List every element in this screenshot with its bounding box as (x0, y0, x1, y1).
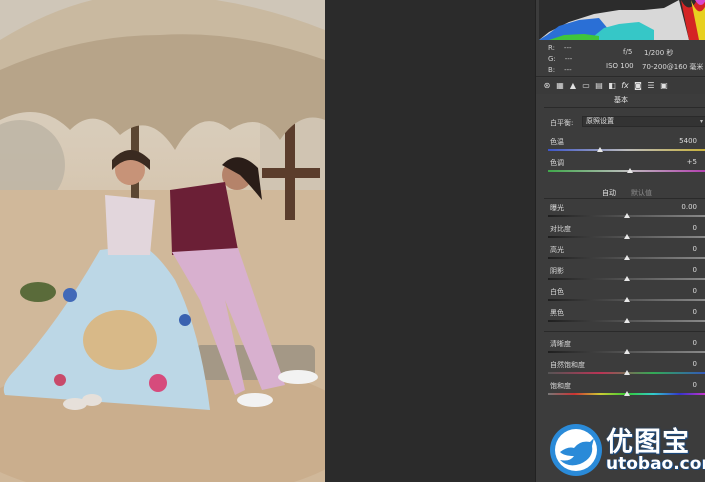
slider-label: 自然饱和度 (550, 361, 585, 369)
slider-value[interactable]: 0 (693, 360, 697, 368)
slider-label: 高光 (550, 246, 564, 254)
slider-thumb[interactable] (624, 318, 630, 323)
white-balance-label: 白平衡: (550, 119, 574, 127)
strips-icon[interactable]: ▤ (594, 81, 604, 91)
slider-thumb[interactable] (624, 391, 630, 396)
chevron-down-icon: ▾ (699, 118, 703, 125)
camera-icon[interactable]: ◙ (633, 81, 643, 91)
fx-icon[interactable]: fx (620, 81, 630, 91)
aperture-icon[interactable]: ⊛ (542, 81, 552, 91)
g-readout: G: --- (548, 55, 573, 63)
white-balance-value: 原照设置 (586, 117, 614, 125)
slider-value[interactable]: 0 (693, 287, 697, 295)
histogram (539, 0, 705, 40)
slider-thumb[interactable] (624, 213, 630, 218)
slider-value[interactable]: 0 (693, 339, 697, 347)
divider (544, 107, 705, 108)
slider-thumb[interactable] (624, 297, 630, 302)
grid-icon[interactable]: ▦ (555, 81, 565, 91)
default-button[interactable]: 默认值 (631, 188, 652, 198)
watermark: 优图宝 utobao.com (548, 418, 705, 482)
slider-thumb[interactable] (624, 370, 630, 375)
slider-value[interactable]: 5400 (679, 137, 697, 145)
slider-value[interactable]: 0 (693, 245, 697, 253)
section-title: 基本 (614, 96, 628, 104)
slider-value[interactable]: 0 (693, 224, 697, 232)
presets-icon[interactable]: ▣ (659, 81, 669, 91)
slider-track[interactable] (548, 149, 705, 151)
slider-value[interactable]: +5 (687, 158, 697, 166)
watermark-en: utobao.com (606, 454, 705, 474)
auto-button[interactable]: 自动 (602, 188, 616, 198)
bird-logo-icon (550, 424, 602, 476)
slider-label: 色温 (550, 138, 564, 146)
r-readout: R: --- (548, 44, 572, 52)
slider-thumb[interactable] (624, 349, 630, 354)
camera-raw-panel: R: --- G: --- B: --- f/5 1/200 秒 ISO 100… (535, 0, 705, 482)
slider-label: 清晰度 (550, 340, 571, 348)
slider-value[interactable]: 0 (693, 381, 697, 389)
slider-label: 对比度 (550, 225, 571, 233)
slider-label: 阴影 (550, 267, 564, 275)
split-toning-icon[interactable]: ◧ (607, 81, 617, 91)
slider-label: 黑色 (550, 309, 564, 317)
sliders-icon[interactable]: ☰ (646, 81, 656, 91)
mountain-icon[interactable]: ▲ (568, 81, 578, 91)
divider (544, 331, 705, 332)
aperture-value: f/5 (623, 48, 633, 56)
slider-value[interactable]: 0 (693, 266, 697, 274)
slider-value[interactable]: 0.00 (681, 203, 697, 211)
slider-thumb[interactable] (624, 276, 630, 281)
slider-label: 曝光 (550, 204, 564, 212)
slider-thumb[interactable] (597, 147, 604, 152)
panel-tabs-toolbar: ⊛ ▦ ▲ ▭ ▤ ◧ fx ◙ ☰ ▣ (536, 78, 705, 94)
photo-image (0, 0, 325, 482)
iso-value: ISO 100 (606, 62, 634, 70)
white-balance-select[interactable]: 原照设置 ▾ (582, 116, 705, 127)
slider-thumb[interactable] (624, 255, 630, 260)
slider-thumb[interactable] (627, 168, 634, 173)
auto-row: 自动 默认值 (536, 188, 705, 198)
split-icon[interactable]: ▭ (581, 81, 591, 91)
slider-label: 饱和度 (550, 382, 571, 390)
divider (544, 198, 705, 199)
pixel-readout: R: --- G: --- B: --- f/5 1/200 秒 ISO 100… (536, 40, 705, 77)
slider-label: 色调 (550, 159, 564, 167)
canvas-pasteboard (325, 0, 535, 482)
lens-value: 70-200@160 毫米 (642, 63, 704, 71)
b-readout: B: --- (548, 66, 572, 74)
slider-thumb[interactable] (624, 234, 630, 239)
slider-value[interactable]: 0 (693, 308, 697, 316)
photo-canvas[interactable] (0, 0, 325, 482)
shutter-value: 1/200 秒 (644, 49, 674, 57)
slider-label: 白色 (550, 288, 564, 296)
